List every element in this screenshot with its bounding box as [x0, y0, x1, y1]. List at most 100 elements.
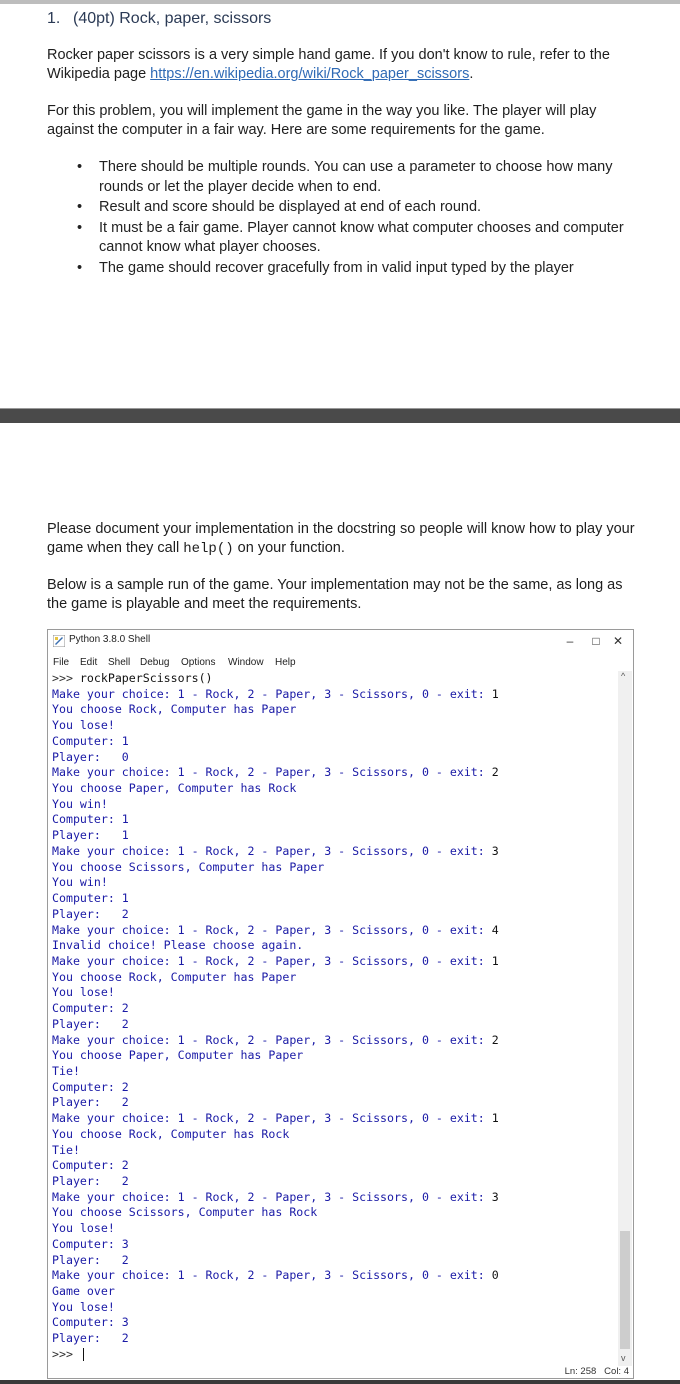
- shell-output-line: Tie!: [52, 1063, 80, 1078]
- shell-output-line: You choose Scissors, Computer has Paper: [52, 859, 325, 874]
- shell-output-line: Computer: 1: [52, 733, 129, 748]
- close-button[interactable]: ✕: [607, 632, 629, 650]
- shell-line: Player: 2: [52, 1095, 617, 1111]
- shell-user-input: 3: [491, 1189, 499, 1204]
- shell-input-prompt: Make your choice: 1 - Rock, 2 - Paper, 3…: [52, 686, 492, 701]
- shell-output-line: Game over: [52, 1284, 115, 1299]
- list-item: • It must be a fair game. Player cannot k…: [47, 219, 627, 258]
- shell-line: Player: 1: [52, 828, 617, 844]
- shell-line: Make your choice: 1 - Rock, 2 - Paper, 3…: [52, 687, 617, 703]
- shell-output-line: Player: 2: [52, 1331, 129, 1346]
- shell-line: Computer: 2: [52, 1158, 617, 1174]
- bullet-icon: •: [77, 259, 83, 276]
- shell-line: Computer: 1: [52, 734, 617, 750]
- shell-line: You lose!: [52, 985, 617, 1001]
- shell-line: Computer: 3: [52, 1237, 617, 1253]
- bullet-icon: •: [77, 219, 83, 236]
- shell-line: You choose Scissors, Computer has Paper: [52, 860, 617, 876]
- shell-line: Computer: 2: [52, 1080, 617, 1096]
- scroll-up-icon[interactable]: ^: [621, 671, 625, 681]
- bullet-icon: •: [77, 199, 83, 215]
- shell-output-line: Player: 1: [52, 828, 129, 843]
- shell-line: Make your choice: 1 - Rock, 2 - Paper, 3…: [52, 1033, 617, 1049]
- bullet-icon: •: [77, 159, 83, 175]
- shell-line: Player: 2: [52, 1331, 617, 1347]
- problem-title: (40pt) Rock, paper, scissors: [73, 10, 272, 27]
- window-title: Python 3.8.0 Shell: [69, 634, 151, 645]
- shell-line: Computer: 1: [52, 891, 617, 907]
- requirement-text: The game should recover gracefully from …: [99, 259, 574, 276]
- shell-line: Make your choice: 1 - Rock, 2 - Paper, 3…: [52, 954, 617, 970]
- shell-output-line: Computer: 3: [52, 1315, 129, 1330]
- vertical-scrollbar[interactable]: ^ v: [618, 671, 632, 1366]
- shell-output-line: Player: 2: [52, 906, 129, 921]
- shell-output[interactable]: >>> rockPaperScissors() Make your choice:…: [52, 671, 617, 1366]
- requirement-text: It must be a fair game. Player cannot kn…: [99, 219, 624, 256]
- menu-debug[interactable]: Debug: [140, 657, 169, 668]
- shell-line: You choose Rock, Computer has Paper: [52, 702, 617, 718]
- shell-output-line: You lose!: [52, 1299, 115, 1314]
- docstring-paragraph: Please document your implementation in t…: [47, 520, 637, 559]
- page-bottom-border: [0, 1380, 680, 1384]
- shell-output-line: Computer: 2: [52, 1079, 129, 1094]
- shell-output-line: You win!: [52, 875, 108, 890]
- menu-window[interactable]: Window: [228, 657, 264, 668]
- shell-line: Computer: 1: [52, 812, 617, 828]
- shell-user-input: 1: [491, 1111, 499, 1126]
- shell-output-line: Player: 0: [52, 749, 129, 764]
- shell-line: Player: 2: [52, 1174, 617, 1190]
- requirement-text: There should be multiple rounds. You can…: [99, 159, 613, 195]
- menu-options[interactable]: Options: [181, 657, 215, 668]
- shell-output-line: You lose!: [52, 1221, 115, 1236]
- wikipedia-link[interactable]: https://en.wikipedia.org/wiki/Rock_paper…: [150, 66, 469, 82]
- shell-user-input: 2: [491, 765, 499, 780]
- requirement-text: Result and score should be displayed at …: [99, 199, 482, 215]
- shell-line: Make your choice: 1 - Rock, 2 - Paper, 3…: [52, 1268, 617, 1284]
- shell-user-input: 3: [491, 843, 499, 858]
- list-item: • The game should recover gracefully from…: [47, 259, 627, 279]
- problem-number: 1.: [47, 10, 61, 27]
- shell-output-line: You win!: [52, 796, 108, 811]
- shell-line: You lose!: [52, 1300, 617, 1316]
- shell-command: rockPaperScissors(): [79, 671, 213, 685]
- shell-output-line: You choose Rock, Computer has Rock: [52, 1126, 290, 1141]
- scroll-down-icon[interactable]: v: [621, 1353, 626, 1363]
- shell-line: >>>: [52, 1347, 617, 1363]
- shell-input-prompt: Make your choice: 1 - Rock, 2 - Paper, 3…: [52, 953, 492, 968]
- shell-line: You choose Paper, Computer has Rock: [52, 781, 617, 797]
- shell-line: You win!: [52, 797, 617, 813]
- shell-line: Tie!: [52, 1143, 617, 1159]
- shell-output-line: You choose Paper, Computer has Rock: [52, 781, 297, 796]
- shell-output-line: You lose!: [52, 985, 115, 1000]
- shell-output-line: You choose Rock, Computer has Paper: [52, 702, 297, 717]
- menu-shell[interactable]: Shell: [108, 657, 130, 668]
- menu-file[interactable]: File: [53, 657, 69, 668]
- shell-line: >>> rockPaperScissors(): [52, 671, 617, 687]
- maximize-button[interactable]: □: [585, 632, 607, 650]
- shell-output-line: Tie!: [52, 1142, 80, 1157]
- docstring-text-end: on your function.: [233, 540, 345, 556]
- shell-output-line: You lose!: [52, 718, 115, 733]
- shell-prompt: >>>: [52, 671, 80, 685]
- menu-help[interactable]: Help: [275, 657, 296, 668]
- shell-line: Game over: [52, 1284, 617, 1300]
- shell-line: Computer: 3: [52, 1315, 617, 1331]
- menu-edit[interactable]: Edit: [80, 657, 97, 668]
- scrollbar-thumb[interactable]: [620, 1231, 630, 1349]
- shell-line: You choose Paper, Computer has Paper: [52, 1048, 617, 1064]
- minimize-button[interactable]: –: [559, 632, 581, 650]
- shell-line: Player: 2: [52, 907, 617, 923]
- shell-line: You lose!: [52, 1221, 617, 1237]
- shell-user-input: 2: [491, 1032, 499, 1047]
- shell-user-input: 0: [491, 1268, 499, 1283]
- list-item: • Result and score should be displayed at…: [47, 198, 627, 218]
- requirements-list: • There should be multiple rounds. You ca…: [47, 158, 627, 279]
- idle-shell-window: Python 3.8.0 Shell – □ ✕ File Edit Shell…: [47, 629, 634, 1379]
- shell-line: Player: 2: [52, 1253, 617, 1269]
- page-break: [0, 408, 680, 423]
- shell-user-input: 1: [491, 686, 499, 701]
- shell-output-line: You choose Rock, Computer has Paper: [52, 969, 297, 984]
- instructions-paragraph: For this problem, you will implement the…: [47, 103, 597, 138]
- help-code: help(): [183, 541, 234, 557]
- shell-output-line: Player: 2: [52, 1016, 129, 1031]
